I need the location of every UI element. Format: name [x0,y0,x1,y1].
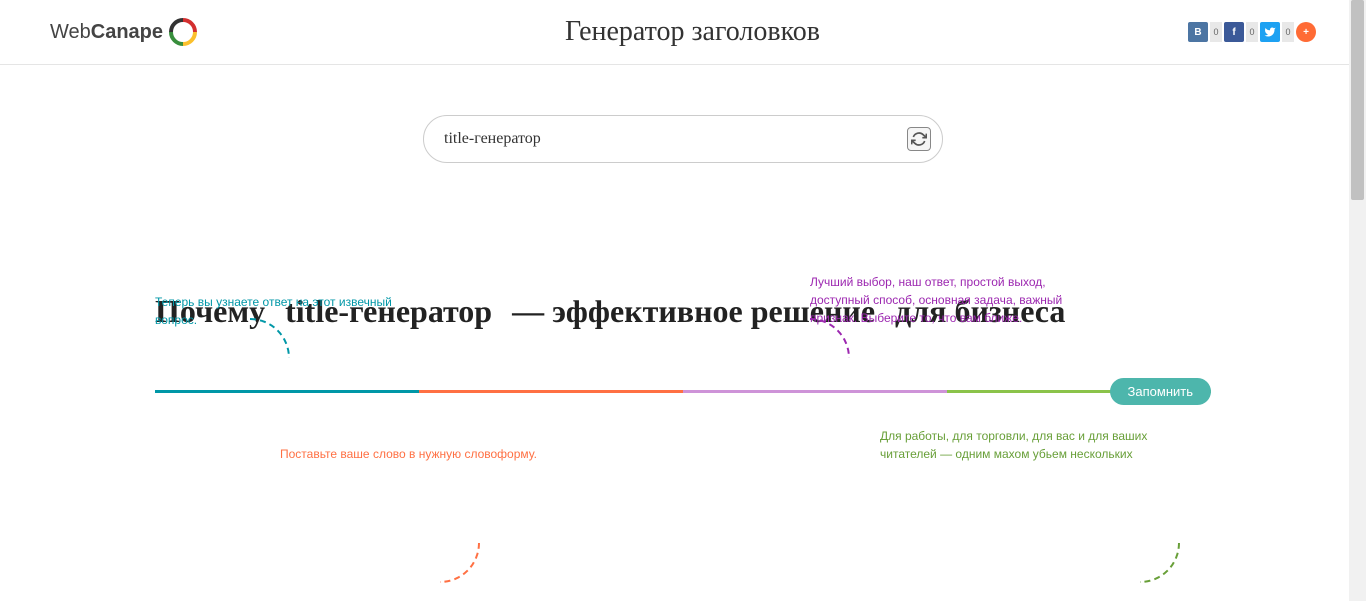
header: WebCanape Генератор заголовков В 0 f 0 0… [0,0,1366,65]
hint-teal: Теперь вы узнаете ответ на этот извечный… [155,293,435,329]
social-buttons: В 0 f 0 0 + [1188,22,1316,42]
content: Теперь вы узнаете ответ на этот извечный… [0,293,1366,393]
scrollbar[interactable] [1349,0,1366,601]
seg-orange [419,390,683,393]
hint-purple: Лучший выбор, наш ответ, простой выход, … [810,273,1090,327]
logo-text: WebCanape [50,21,163,44]
keyword-input[interactable] [423,115,943,163]
refresh-icon [911,131,927,147]
seg-teal [155,390,419,393]
tw-count: 0 [1282,22,1294,42]
arc-teal-icon [210,318,290,398]
hint-orange: Поставьте ваше слово в нужную словоформу… [280,445,537,463]
vk-share-button[interactable]: В [1188,22,1208,42]
plus-share-button[interactable]: + [1296,22,1316,42]
search-area [0,115,1366,163]
arc-orange-icon [400,503,480,583]
divider-line [155,390,1211,393]
logo[interactable]: WebCanape [50,18,197,46]
arc-purple-icon [770,318,850,398]
fb-count: 0 [1246,22,1258,42]
remember-button[interactable]: Запомнить [1110,378,1211,405]
tw-share-button[interactable] [1260,22,1280,42]
page-title: Генератор заголовков [565,16,820,48]
fb-share-button[interactable]: f [1224,22,1244,42]
seg-purple [683,390,947,393]
vk-count: 0 [1210,22,1222,42]
logo-swirl-icon [169,18,197,46]
search-box [423,115,943,163]
refresh-button[interactable] [907,127,931,151]
arc-green-icon [1100,503,1180,583]
hint-green: Для работы, для торговли, для вас и для … [880,427,1160,463]
scrollbar-thumb[interactable] [1351,0,1364,200]
